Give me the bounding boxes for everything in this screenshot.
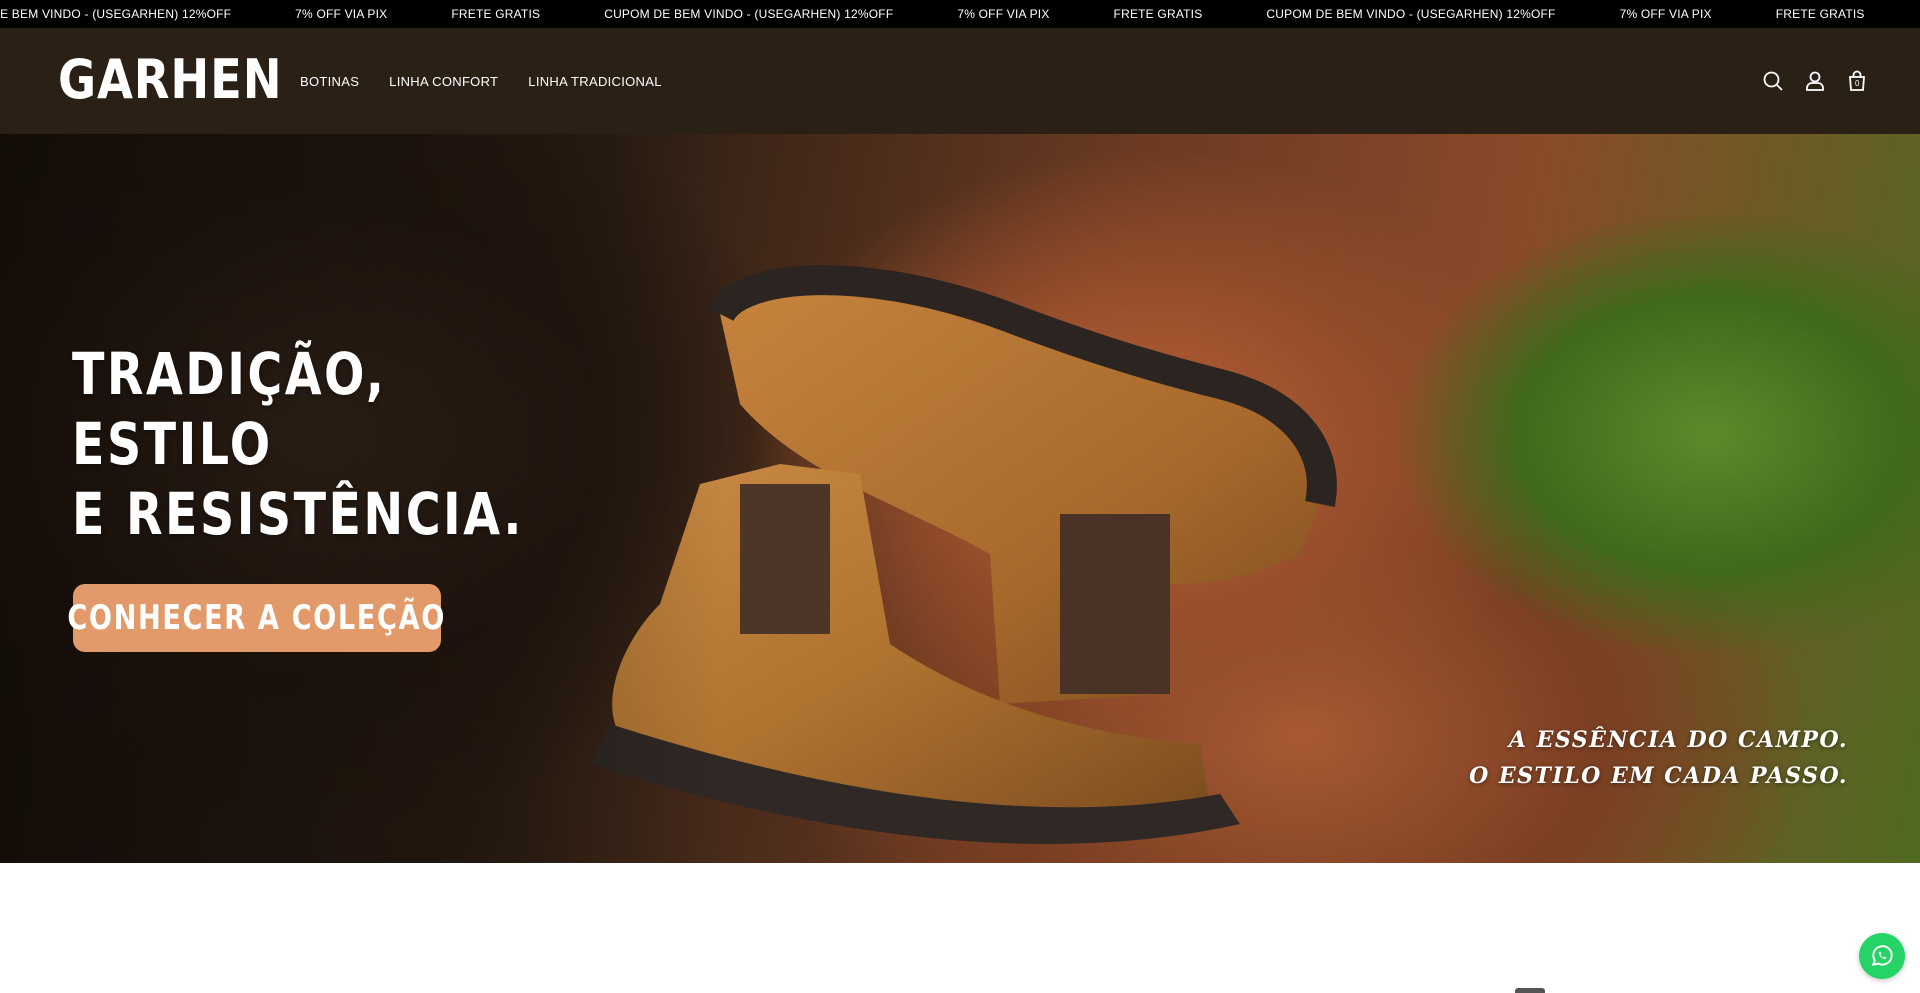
- announcement-item: CUPOM DE BEM VINDO - (USEGARHEN) 12%OFF: [1897, 0, 1920, 28]
- announcement-item: FRETE GRATIS: [451, 7, 541, 21]
- hero-tagline-line1: A ESSÊNCIA DO CAMPO.: [1508, 727, 1848, 753]
- cart-count: 0: [1855, 79, 1860, 88]
- announcement-item: CUPOM DE BEM VINDO - (USEGARHEN) 12%OFF: [604, 7, 894, 21]
- nav-item-linha-tradicional[interactable]: LINHA TRADICIONAL: [528, 74, 661, 89]
- announcement-item: FRETE GRATIS: [1113, 7, 1203, 21]
- hero-tagline-line2: O ESTILO EM CADA PASSO.: [1469, 763, 1848, 789]
- announcement-item: 7% OFF VIA PIX: [1619, 7, 1712, 21]
- logo[interactable]: GARHEN: [58, 50, 282, 110]
- hero-title: TRADIÇÃO, ESTILO E RESISTÊNCIA.: [72, 339, 531, 549]
- shop-collection-label: CONHECER A COLEÇÃO: [67, 598, 447, 638]
- announcement-track: CUPOM DE BEM VINDO - (USEGARHEN) 12%OFF 7…: [0, 0, 1920, 28]
- user-icon[interactable]: [1802, 68, 1828, 94]
- announcement-item: 7% OFF VIA PIX: [957, 7, 1050, 21]
- product-image-peek: [1515, 988, 1545, 993]
- search-icon[interactable]: [1760, 68, 1786, 94]
- nav-item-botinas[interactable]: BOTINAS: [300, 74, 359, 89]
- hero-title-line1: TRADIÇÃO, ESTILO: [72, 340, 387, 478]
- shopping-bag-icon[interactable]: 0: [1844, 68, 1870, 94]
- header-actions: 0: [1744, 28, 1870, 134]
- hero-tagline: A ESSÊNCIA DO CAMPO. O ESTILO EM CADA PA…: [1469, 722, 1848, 794]
- hero-banner: TRADIÇÃO, ESTILO E RESISTÊNCIA. CONHECER…: [0, 134, 1920, 863]
- nav-item-linha-confort[interactable]: LINHA CONFORT: [389, 74, 498, 89]
- announcement-item: CUPOM DE BEM VINDO - (USEGARHEN) 12%OFF: [0, 7, 232, 21]
- announcement-bar: CUPOM DE BEM VINDO - (USEGARHEN) 12%OFF 7…: [0, 0, 1920, 28]
- announcement-item: 7% OFF VIA PIX: [295, 7, 388, 21]
- whatsapp-icon: [1871, 945, 1893, 966]
- announcement-item: FRETE GRATIS: [1775, 7, 1865, 21]
- site-header: GARHEN BOTINAS LINHA CONFORT LINHA TRADI…: [0, 28, 1920, 134]
- hero-title-line2: E RESISTÊNCIA.: [72, 480, 524, 548]
- announcement-item: CUPOM DE BEM VINDO - (USEGARHEN) 12%OFF: [1266, 7, 1556, 21]
- main-nav: BOTINAS LINHA CONFORT LINHA TRADICIONAL: [300, 28, 692, 134]
- shop-collection-button[interactable]: CONHECER A COLEÇÃO: [68, 584, 445, 652]
- whatsapp-button[interactable]: [1859, 933, 1905, 979]
- content-section: [0, 863, 1920, 993]
